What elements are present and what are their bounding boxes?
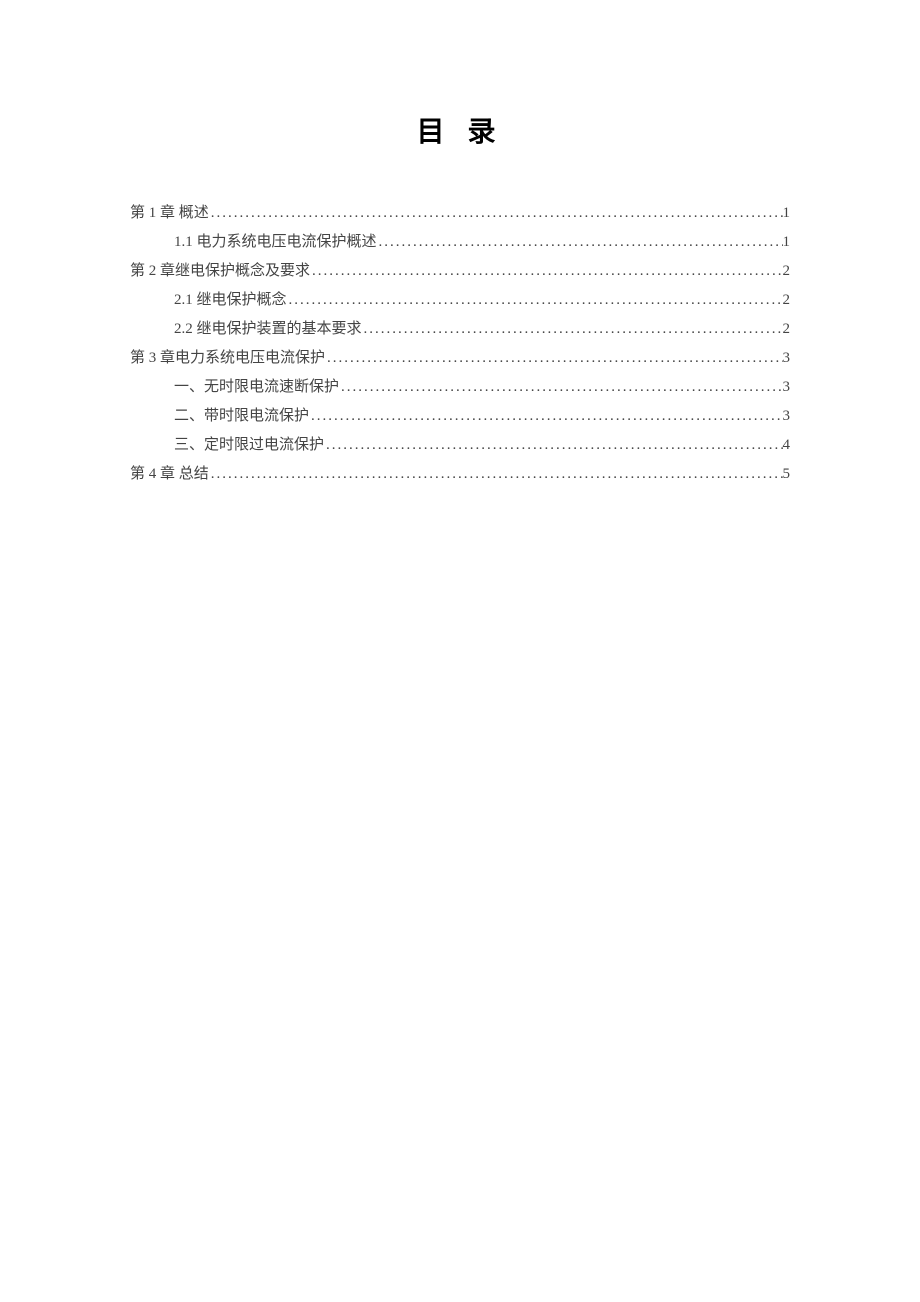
- toc-entry: 2.2 继电保护装置的基本要求 2: [174, 316, 790, 343]
- toc-entry-page: 4: [783, 432, 791, 459]
- toc-entry: 一、无时限电流速断保护 3: [174, 374, 790, 401]
- toc-dots: [339, 374, 782, 401]
- toc-entry-page: 3: [783, 374, 791, 401]
- toc-entry-label: 三、定时限过电流保护: [174, 432, 324, 459]
- toc-entry-label: 第 4 章 总结: [130, 461, 209, 488]
- toc-entry-page: 5: [783, 461, 791, 488]
- toc-entry-page: 2: [783, 287, 791, 314]
- toc-dots: [310, 258, 782, 285]
- toc-entry-page: 3: [783, 345, 791, 372]
- toc-entry: 二、带时限电流保护 3: [174, 403, 790, 430]
- toc-title: 目 录: [130, 110, 790, 150]
- toc-dots: [377, 229, 783, 256]
- toc-entry: 第 4 章 总结 5: [130, 461, 790, 488]
- toc-entry: 第 2 章继电保护概念及要求 2: [130, 258, 790, 285]
- toc-entry-page: 1: [783, 200, 791, 227]
- toc-entry-label: 一、无时限电流速断保护: [174, 374, 339, 401]
- toc-dots: [324, 432, 782, 459]
- toc-entry-label: 2.2 继电保护装置的基本要求: [174, 316, 362, 343]
- toc-entry-page: 2: [783, 258, 791, 285]
- toc-entry-label: 1.1 电力系统电压电流保护概述: [174, 229, 377, 256]
- toc-entry-page: 2: [783, 316, 791, 343]
- toc-entry-label: 二、带时限电流保护: [174, 403, 309, 430]
- toc-entry-label: 第 1 章 概述: [130, 200, 209, 227]
- toc-entry-label: 第 3 章电力系统电压电流保护: [130, 345, 325, 372]
- toc-entry: 三、定时限过电流保护 4: [174, 432, 790, 459]
- toc-dots: [309, 403, 782, 430]
- toc-entry: 第 1 章 概述 1: [130, 200, 790, 227]
- toc-dots: [287, 287, 783, 314]
- toc-entry-page: 1: [783, 229, 791, 256]
- document-page: 目 录 第 1 章 概述 1 1.1 电力系统电压电流保护概述 1 第 2 章继…: [0, 0, 920, 488]
- toc-entry-label: 第 2 章继电保护概念及要求: [130, 258, 310, 285]
- toc-list: 第 1 章 概述 1 1.1 电力系统电压电流保护概述 1 第 2 章继电保护概…: [130, 200, 790, 488]
- toc-entry: 第 3 章电力系统电压电流保护 3: [130, 345, 790, 372]
- toc-entry: 2.1 继电保护概念 2: [174, 287, 790, 314]
- toc-dots: [325, 345, 782, 372]
- toc-dots: [209, 461, 783, 488]
- toc-entry-label: 2.1 继电保护概念: [174, 287, 287, 314]
- toc-entry: 1.1 电力系统电压电流保护概述 1: [174, 229, 790, 256]
- toc-dots: [209, 200, 783, 227]
- toc-dots: [362, 316, 783, 343]
- toc-entry-page: 3: [783, 403, 791, 430]
